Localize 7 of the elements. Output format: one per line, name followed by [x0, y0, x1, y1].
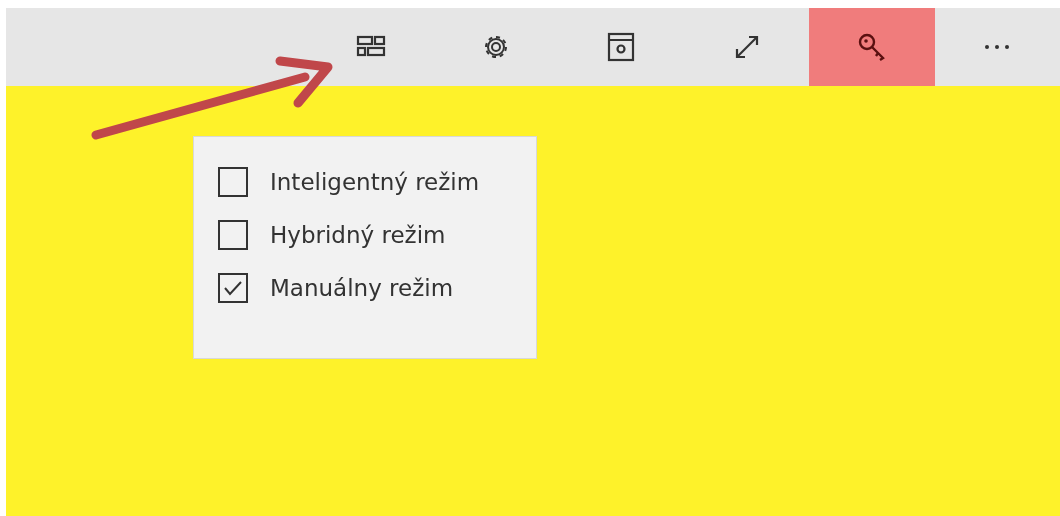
checkbox[interactable] [218, 273, 248, 303]
checkbox[interactable] [218, 220, 248, 250]
menu-item[interactable]: Hybridný režim [218, 220, 536, 250]
more-icon [984, 44, 1011, 50]
menu-item[interactable]: Inteligentný režim [218, 167, 536, 197]
checkbox[interactable] [218, 167, 248, 197]
menu-item[interactable]: Manuálny režim [218, 273, 536, 303]
